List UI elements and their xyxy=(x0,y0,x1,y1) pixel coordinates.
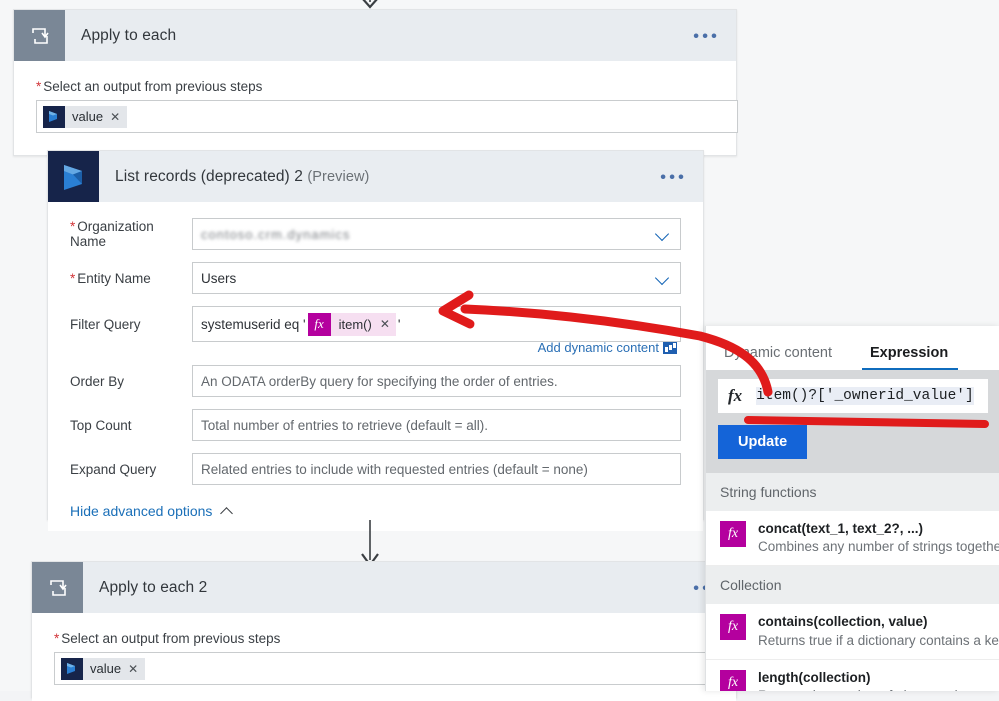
dynamics-token-icon xyxy=(61,657,83,680)
hide-advanced-options-label: Hide advanced options xyxy=(70,503,213,519)
dynamic-content-icon xyxy=(663,341,677,354)
list-records-title: List records (deprecated) 2 (Preview) xyxy=(115,167,370,185)
panel-tab-list: Dynamic content Expression xyxy=(706,326,999,370)
function-name: length(collection) xyxy=(758,669,871,685)
section-header-string-functions: String functions xyxy=(706,473,999,511)
function-description: Returns the number of elements in an arr… xyxy=(758,687,999,691)
required-star: * xyxy=(70,219,76,234)
chevron-up-icon xyxy=(222,506,233,517)
organization-name-dropdown[interactable]: contoso.crm.dynamics xyxy=(192,218,681,250)
entity-name-dropdown[interactable]: Users xyxy=(192,262,681,294)
expression-panel: Dynamic content Expression fx item()?['_… xyxy=(705,326,999,691)
add-dynamic-content-link[interactable]: Add dynamic content xyxy=(538,340,659,355)
apply-to-each-more-menu[interactable]: ••• xyxy=(693,27,720,44)
field-row-top-count: Top Count Total number of entries to ret… xyxy=(70,409,681,441)
top-count-placeholder: Total number of entries to retrieve (def… xyxy=(201,417,489,433)
value-token-remove[interactable]: ✕ xyxy=(110,110,120,124)
field-row-entity-name: * Entity Name Users xyxy=(70,262,681,294)
fx-icon: fx xyxy=(720,521,746,547)
apply-to-each-2-body: * Select an output from previous steps va… xyxy=(32,613,738,701)
chevron-down-icon[interactable] xyxy=(657,229,670,237)
field-row-filter-query: Filter Query systemuserid eq ' fx item()… xyxy=(70,306,681,342)
apply-to-each-2-card: Apply to each 2 ••• *Select an output fr… xyxy=(31,561,738,701)
function-description: Returns true if a dictionary contains a … xyxy=(758,632,999,648)
function-item-length[interactable]: fx length(collection) Returns the number… xyxy=(706,660,999,691)
value-token-label: value xyxy=(90,661,122,676)
field-row-organization-name: * Organization Name contoso.crm.dynamics xyxy=(70,218,681,250)
apply-to-each-card: Apply to each ••• * Select an output from… xyxy=(13,9,738,156)
function-name: contains(collection, value) xyxy=(758,614,928,630)
loop-icon xyxy=(32,562,83,613)
expand-query-input[interactable]: Related entries to include with requeste… xyxy=(192,453,681,485)
hide-advanced-options-link[interactable]: Hide advanced options xyxy=(70,503,233,519)
function-item-concat[interactable]: fx concat(text_1, text_2?, ...) Combines… xyxy=(706,511,999,567)
list-records-card: List records (deprecated) 2 (Preview) ••… xyxy=(47,150,704,531)
field-row-order-by: Order By An ODATA orderBy query for spec… xyxy=(70,365,681,397)
order-by-input[interactable]: An ODATA orderBy query for specifying th… xyxy=(192,365,681,397)
item-token-label: item() xyxy=(338,316,372,332)
apply-to-each-2-header[interactable]: Apply to each 2 ••• xyxy=(32,562,736,613)
top-count-input[interactable]: Total number of entries to retrieve (def… xyxy=(192,409,681,441)
tab-dynamic-content[interactable]: Dynamic content xyxy=(720,345,836,370)
filter-query-input[interactable]: systemuserid eq ' fx item() ✕ ' xyxy=(192,306,681,342)
required-star: * xyxy=(54,631,60,646)
expand-query-placeholder: Related entries to include with requeste… xyxy=(201,461,588,477)
filter-query-prefix: systemuserid eq ' xyxy=(201,316,306,332)
update-button[interactable]: Update xyxy=(718,425,808,459)
required-star: * xyxy=(70,270,76,286)
list-records-header[interactable]: List records (deprecated) 2 (Preview) ••… xyxy=(48,151,703,202)
select-output-input-2[interactable]: value ✕ xyxy=(54,652,738,685)
preview-badge: (Preview) xyxy=(307,168,370,185)
section-header-collection: Collection xyxy=(706,566,999,605)
apply-to-each-title: Apply to each xyxy=(81,26,177,44)
apply-to-each-2-field-label: * Select an output from previous steps xyxy=(54,631,281,646)
apply-to-each-field-label: * Select an output from previous steps xyxy=(36,79,263,94)
order-by-placeholder: An ODATA orderBy query for specifying th… xyxy=(201,373,558,389)
required-star: * xyxy=(36,79,42,94)
apply-to-each-body: * Select an output from previous steps va… xyxy=(14,61,738,149)
filter-query-suffix: ' xyxy=(397,316,401,332)
flow-designer-canvas: Apply to each ••• * Select an output from… xyxy=(0,0,999,701)
organization-name-value: contoso.crm.dynamics xyxy=(201,226,351,242)
entity-name-value: Users xyxy=(201,270,237,286)
add-dynamic-content-row: Add dynamic content xyxy=(70,340,681,355)
expression-input[interactable]: fx item()?['_ownerid_value'] xyxy=(718,379,988,413)
item-expression-token[interactable]: fx item() ✕ xyxy=(307,312,396,336)
expression-editor-area: fx item()?['_ownerid_value'] Update xyxy=(706,370,999,473)
apply-to-each-2-title: Apply to each 2 xyxy=(99,578,208,596)
fx-icon: fx xyxy=(728,386,743,405)
field-row-expand-query: Expand Query Related entries to include … xyxy=(70,453,681,485)
value-token-label: value xyxy=(72,109,104,124)
fx-icon: fx xyxy=(720,669,746,691)
fx-icon: fx xyxy=(720,614,746,641)
loop-icon xyxy=(14,10,65,61)
fx-icon: fx xyxy=(307,312,331,336)
label-top-count: Top Count xyxy=(70,417,132,433)
value-token[interactable]: value ✕ xyxy=(43,105,128,128)
chevron-down-icon[interactable] xyxy=(657,273,670,281)
label-filter-query: Filter Query xyxy=(70,316,141,332)
label-expand-query: Expand Query xyxy=(70,461,157,477)
apply-to-each-header[interactable]: Apply to each ••• xyxy=(14,10,736,61)
label-organization-name: * Organization Name xyxy=(70,219,154,249)
label-entity-name: * Entity Name xyxy=(70,270,151,286)
list-records-body: * Organization Name contoso.crm.dynamics … xyxy=(48,202,703,531)
tab-expression[interactable]: Expression xyxy=(861,345,959,370)
dynamics-365-icon xyxy=(48,151,99,202)
select-output-input[interactable]: value ✕ xyxy=(36,100,738,133)
dynamics-token-icon xyxy=(43,105,65,128)
list-records-more-menu[interactable]: ••• xyxy=(660,168,687,185)
value-token-remove[interactable]: ✕ xyxy=(128,662,138,676)
function-description: Combines any number of strings together xyxy=(758,539,999,555)
function-name: concat(text_1, text_2?, ...) xyxy=(758,521,924,536)
expression-value: item()?['_ownerid_value'] xyxy=(756,387,974,405)
item-token-remove[interactable]: ✕ xyxy=(380,317,390,331)
label-order-by: Order By xyxy=(70,373,125,389)
value-token[interactable]: value ✕ xyxy=(61,657,146,680)
function-item-contains[interactable]: fx contains(collection, value) Returns t… xyxy=(706,604,999,660)
